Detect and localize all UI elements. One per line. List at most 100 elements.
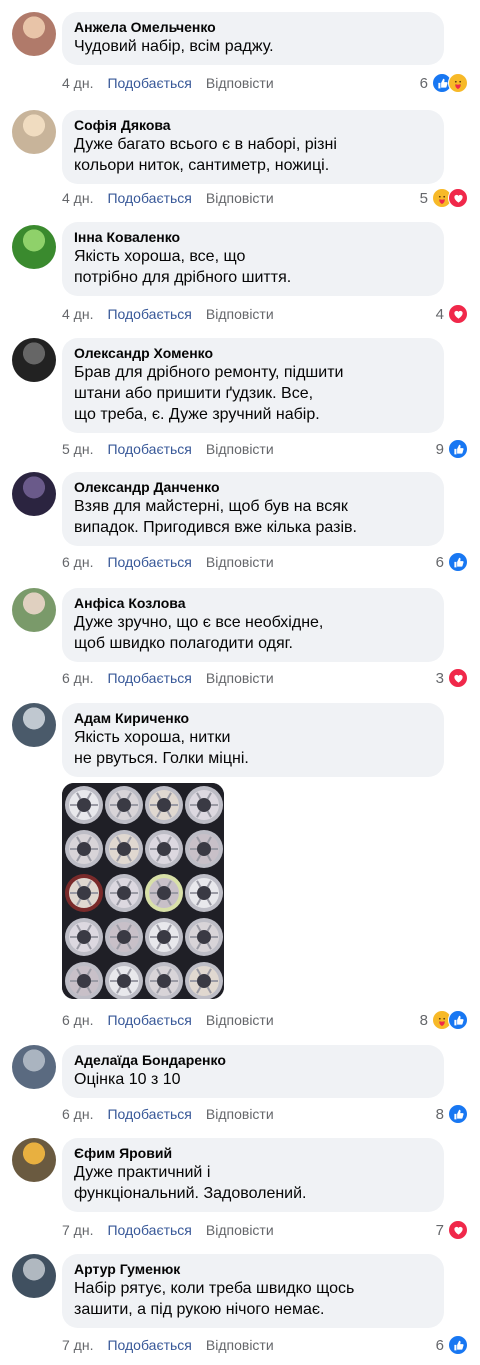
comment-text: Дуже практичний і функціональний. Задово…: [74, 1164, 307, 1202]
reaction-count: 6: [419, 74, 428, 92]
comment-text: Взяв для майстерні, щоб був на всяк випа…: [74, 498, 357, 536]
comment-timestamp[interactable]: 7 дн.: [62, 1221, 93, 1239]
reaction-summary[interactable]: 8: [420, 1010, 468, 1030]
avatar[interactable]: [12, 472, 56, 516]
comment-text: Якість хороша, все, що потрібно для дріб…: [74, 248, 292, 286]
reaction-count: 8: [435, 1105, 444, 1123]
reaction-count: 5: [419, 189, 428, 207]
comment-timestamp[interactable]: 6 дн.: [62, 1011, 93, 1029]
comment-bubble: Анфіса Козлова Дуже зручно, що є все необ…: [62, 588, 444, 662]
comment-actions: 4 дн. Подобається Відповісти: [62, 305, 274, 323]
avatar[interactable]: [12, 1254, 56, 1298]
reaction-summary[interactable]: 7: [436, 1220, 468, 1240]
avatar[interactable]: [12, 703, 56, 747]
avatar[interactable]: [12, 588, 56, 632]
thumbs-up-icon: [448, 1104, 468, 1124]
commenter-name[interactable]: Олександр Хоменко: [74, 344, 432, 362]
comment-timestamp[interactable]: 4 дн.: [62, 305, 93, 323]
comment-text: Дуже зручно, що є все необхідне, щоб шви…: [74, 614, 324, 652]
like-button[interactable]: Подобається: [107, 1105, 191, 1123]
like-button[interactable]: Подобається: [107, 189, 191, 207]
like-button[interactable]: Подобається: [107, 1221, 191, 1239]
comment-actions: 6 дн. Подобається Відповісти: [62, 669, 274, 687]
avatar[interactable]: [12, 1138, 56, 1182]
commenter-name[interactable]: Анжела Омельченко: [74, 18, 432, 36]
comment-timestamp[interactable]: 4 дн.: [62, 189, 93, 207]
reply-button[interactable]: Відповісти: [206, 1221, 274, 1239]
reaction-count: 8: [419, 1011, 428, 1029]
comment-text: Чудовий набір, всім раджу.: [74, 38, 274, 55]
reaction-summary[interactable]: 8: [436, 1104, 468, 1124]
comment-text: Брав для дрібного ремонту, підшити штани…: [74, 364, 344, 423]
like-button[interactable]: Подобається: [107, 305, 191, 323]
reply-button[interactable]: Відповісти: [206, 189, 274, 207]
comment-bubble: Артур Гуменюк Набір рятує, коли треба шви…: [62, 1254, 444, 1328]
reaction-summary[interactable]: 4: [436, 304, 468, 324]
comment-text: Оцінка 10 з 10: [74, 1071, 181, 1088]
avatar[interactable]: [12, 110, 56, 154]
reply-button[interactable]: Відповісти: [206, 669, 274, 687]
reply-button[interactable]: Відповісти: [206, 1336, 274, 1354]
thumbs-up-icon: [448, 1335, 468, 1355]
comment-timestamp[interactable]: 4 дн.: [62, 74, 93, 92]
reply-button[interactable]: Відповісти: [206, 1011, 274, 1029]
like-button[interactable]: Подобається: [107, 1011, 191, 1029]
like-button[interactable]: Подобається: [107, 74, 191, 92]
comment-timestamp[interactable]: 5 дн.: [62, 440, 93, 458]
reaction-summary[interactable]: 6: [420, 73, 468, 93]
reply-button[interactable]: Відповісти: [206, 305, 274, 323]
like-button[interactable]: Подобається: [107, 440, 191, 458]
reply-button[interactable]: Відповісти: [206, 440, 274, 458]
commenter-name[interactable]: Анфіса Козлова: [74, 594, 432, 612]
reply-button[interactable]: Відповісти: [206, 74, 274, 92]
comment-bubble: Олександр Хоменко Брав для дрібного ремон…: [62, 338, 444, 433]
reaction-summary[interactable]: 6: [436, 552, 468, 572]
comment-actions: 6 дн. Подобається Відповісти: [62, 1011, 274, 1029]
comment-timestamp[interactable]: 6 дн.: [62, 669, 93, 687]
commenter-name[interactable]: Олександр Данченко: [74, 478, 432, 496]
like-button[interactable]: Подобається: [107, 553, 191, 571]
commenter-name[interactable]: Софія Дякова: [74, 116, 432, 134]
avatar[interactable]: [12, 225, 56, 269]
reaction-summary[interactable]: 9: [436, 439, 468, 459]
reply-button[interactable]: Відповісти: [206, 553, 274, 571]
care-hug-icon: [448, 73, 468, 93]
avatar[interactable]: [12, 338, 56, 382]
reaction-count: 6: [435, 1336, 444, 1354]
comment-bubble: Олександр Данченко Взяв для майстерні, що…: [62, 472, 444, 546]
comment-text: Набір рятує, коли треба швидко щось заши…: [74, 1280, 355, 1318]
comment-actions: 7 дн. Подобається Відповісти: [62, 1336, 274, 1354]
heart-icon: [448, 188, 468, 208]
comment-bubble: Аделаїда Бондаренко Оцінка 10 з 10: [62, 1045, 444, 1098]
reaction-count: 6: [435, 553, 444, 571]
heart-icon: [448, 304, 468, 324]
commenter-name[interactable]: Артур Гуменюк: [74, 1260, 432, 1278]
comment-timestamp[interactable]: 6 дн.: [62, 553, 93, 571]
like-button[interactable]: Подобається: [107, 1336, 191, 1354]
commenter-name[interactable]: Адам Кириченко: [74, 709, 432, 727]
reaction-summary[interactable]: 3: [436, 668, 468, 688]
commenter-name[interactable]: Єфим Яровий: [74, 1144, 432, 1162]
avatar[interactable]: [12, 1045, 56, 1089]
reaction-summary[interactable]: 5: [420, 188, 468, 208]
avatar[interactable]: [12, 12, 56, 56]
reaction-summary[interactable]: 6: [436, 1335, 468, 1355]
comment-bubble: Єфим Яровий Дуже практичний і функціональ…: [62, 1138, 444, 1212]
comment-actions: 6 дн. Подобається Відповісти: [62, 553, 274, 571]
comment-actions: 5 дн. Подобається Відповісти: [62, 440, 274, 458]
comment-actions: 6 дн. Подобається Відповісти: [62, 1105, 274, 1123]
reply-button[interactable]: Відповісти: [206, 1105, 274, 1123]
commenter-name[interactable]: Аделаїда Бондаренко: [74, 1051, 432, 1069]
reaction-count: 9: [435, 440, 444, 458]
reaction-count: 3: [435, 669, 444, 687]
comment-timestamp[interactable]: 6 дн.: [62, 1105, 93, 1123]
comment-actions: 4 дн. Подобається Відповісти: [62, 189, 274, 207]
comment-text: Якість хороша, нитки не рвуться. Голки м…: [74, 729, 249, 767]
comment-photo[interactable]: [62, 783, 224, 999]
comment-text: Дуже багато всього є в наборі, різні кол…: [74, 136, 337, 174]
comment-timestamp[interactable]: 7 дн.: [62, 1336, 93, 1354]
reaction-count: 7: [435, 1221, 444, 1239]
commenter-name[interactable]: Інна Коваленко: [74, 228, 432, 246]
like-button[interactable]: Подобається: [107, 669, 191, 687]
comment-bubble: Інна Коваленко Якість хороша, все, що пот…: [62, 222, 444, 296]
